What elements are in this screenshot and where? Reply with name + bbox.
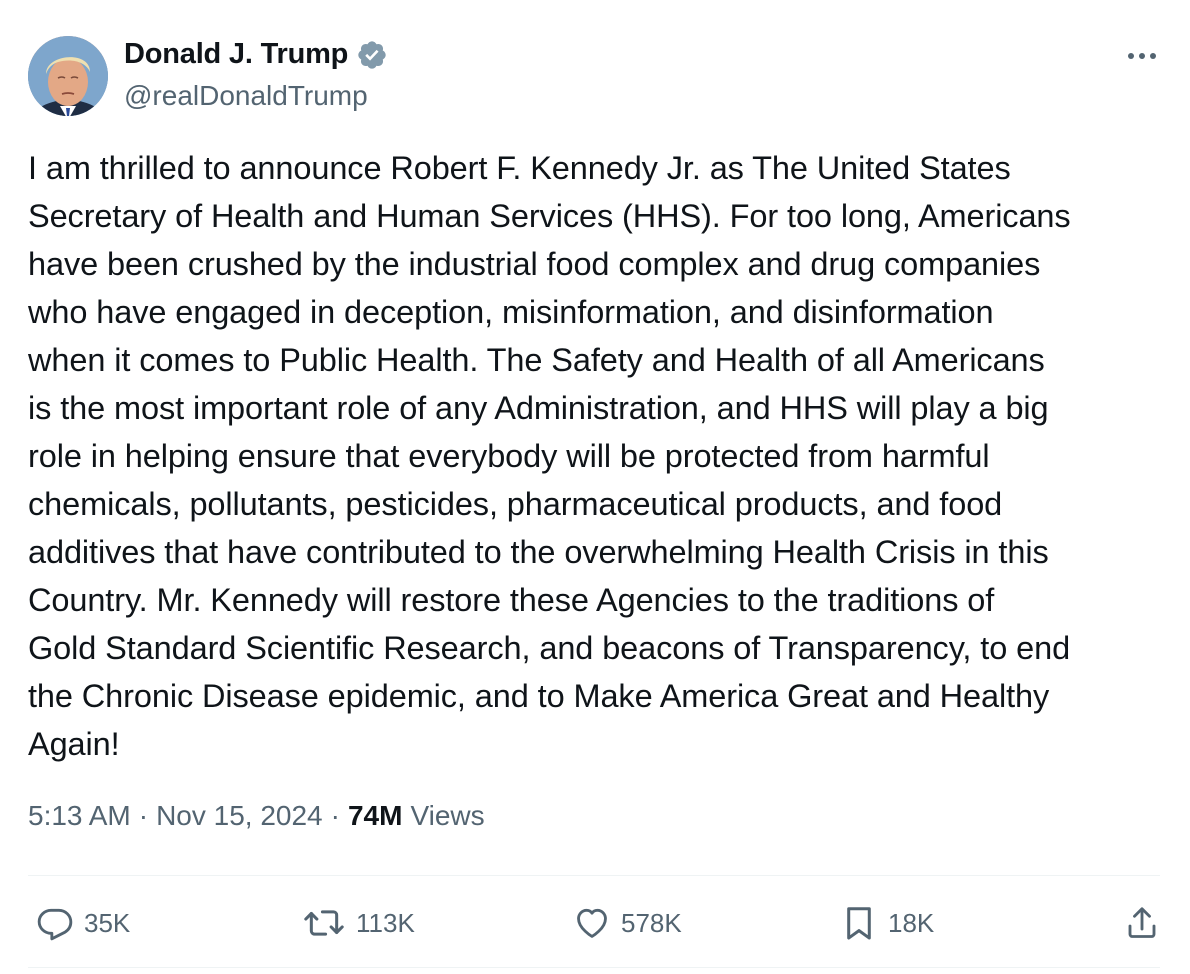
like-count: 578K [621, 907, 682, 938]
tweet-time[interactable]: 5:13 AM [28, 800, 131, 832]
divider [28, 967, 1160, 968]
verified-badge-icon[interactable] [356, 39, 388, 71]
bookmark-button[interactable]: 18K [840, 895, 934, 951]
views-count[interactable]: 74M [348, 800, 402, 832]
display-name[interactable]: Donald J. Trump [124, 38, 348, 71]
meta-separator: · [330, 800, 340, 831]
profile-photo-icon [28, 36, 108, 116]
tweet-card: Donald J. Trump @realDonaldTrump I am th… [0, 0, 1190, 974]
reply-button[interactable]: 35K [36, 895, 130, 951]
repost-arrows-icon [304, 910, 344, 936]
more-options-button[interactable] [1124, 40, 1160, 72]
tweet-date[interactable]: Nov 15, 2024 [156, 800, 323, 832]
bookmark-count: 18K [888, 907, 935, 938]
repost-count: 113K [356, 907, 415, 938]
tweet-text: I am thrilled to announce Robert F. Kenn… [28, 150, 1071, 762]
bookmark-icon [847, 907, 871, 940]
share-upload-icon [1128, 907, 1156, 938]
views-label: Views [410, 800, 485, 831]
heart-icon [577, 908, 607, 938]
meta-separator: · [138, 800, 149, 831]
repost-button[interactable]: 113K [302, 895, 415, 951]
tweet-actions: 35K 113K 578K 18K [28, 895, 1160, 951]
avatar[interactable] [28, 36, 108, 116]
author-name-row: Donald J. Trump [124, 38, 388, 71]
more-horizontal-icon [1128, 53, 1156, 59]
tweet-meta: 5:13 AM · Nov 15, 2024 · 74M Views [28, 800, 485, 832]
author-handle[interactable]: @realDonaldTrump [124, 80, 368, 112]
reply-bubble-icon [37, 908, 73, 941]
divider [28, 875, 1160, 876]
reply-count: 35K [84, 907, 131, 938]
like-button[interactable]: 578K [573, 895, 682, 951]
share-button[interactable] [1124, 895, 1160, 951]
